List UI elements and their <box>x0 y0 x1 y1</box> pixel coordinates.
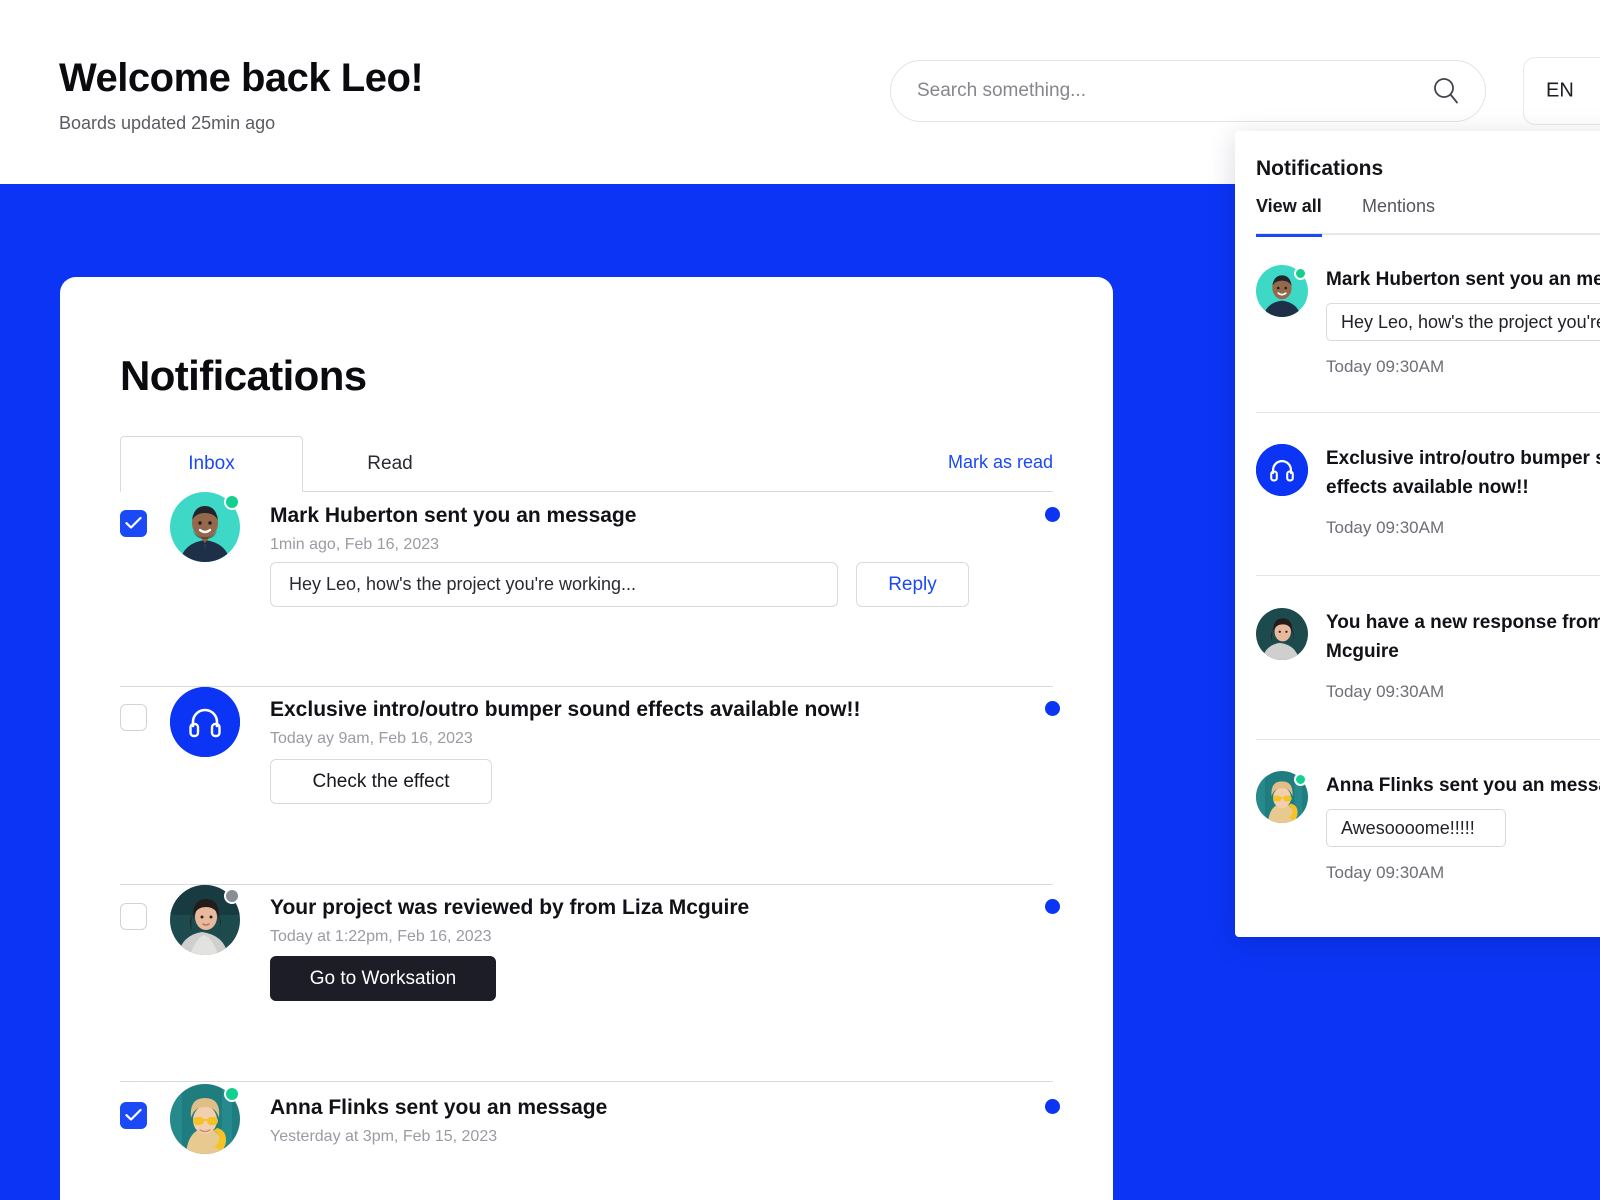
status-dot-online <box>224 1086 240 1102</box>
notification-row[interactable]: Your project was reviewed by from Liza M… <box>120 885 1060 1082</box>
panel-tab-mentions-label: Mentions <box>1362 196 1436 216</box>
unread-dot <box>1045 1099 1060 1114</box>
notification-row[interactable]: Exclusive intro/outro bumper sound effec… <box>120 687 1060 885</box>
panel-item-text: Exclusive intro/outro bumper sound effec… <box>1326 448 1600 499</box>
row-title: Anna Flinks sent you an message <box>270 1096 608 1119</box>
search-placeholder: Search something... <box>917 80 1086 101</box>
notification-list: Mark Huberton sent you an message 1min a… <box>120 492 1060 1200</box>
panel-notification-item[interactable]: Exclusive intro/outro bumper sound effec… <box>1256 444 1600 554</box>
row-title: Exclusive intro/outro bumper sound effec… <box>270 698 861 721</box>
panel-title: Notifications <box>1256 157 1384 180</box>
panel-divider <box>1256 412 1600 413</box>
panel-tab-view-all[interactable]: View all <box>1256 196 1322 237</box>
boards-updated-text: Boards updated 25min ago <box>59 113 276 133</box>
panel-item-time: Today 09:30AM <box>1326 682 1445 701</box>
tab-inbox[interactable]: Inbox <box>120 436 303 492</box>
notification-row[interactable]: Mark Huberton sent you an message 1min a… <box>120 492 1060 687</box>
panel-item-message[interactable]: Hey Leo, how's the project you're workin… <box>1326 303 1600 341</box>
reply-button[interactable]: Reply <box>856 562 969 607</box>
panel-item-time: Today 09:30AM <box>1326 357 1445 376</box>
status-dot-online <box>1294 773 1307 786</box>
panel-item-message[interactable]: Awesoooome!!!!! <box>1326 809 1506 847</box>
panel-item-time: Today 09:30AM <box>1326 863 1445 882</box>
notifications-card: Notifications Inbox Read Mark as read Ma… <box>60 277 1113 1200</box>
panel-divider <box>1256 739 1600 740</box>
go-to-worksation-button[interactable]: Go to Worksation <box>270 956 496 1001</box>
tab-inbox-label: Inbox <box>188 453 235 474</box>
language-selector[interactable]: EN <box>1523 57 1600 125</box>
status-dot-online <box>1294 267 1307 280</box>
check-the-effect-button[interactable]: Check the effect <box>270 759 492 804</box>
panel-tab-bar: View all Mentions <box>1256 196 1600 237</box>
row-title: Mark Huberton sent you an message <box>270 504 637 527</box>
notifications-dropdown-panel: Notifications View all Mentions Mark Hub… <box>1235 131 1600 937</box>
panel-tab-view-all-label: View all <box>1256 196 1322 216</box>
row-timestamp: 1min ago, Feb 16, 2023 <box>270 536 440 553</box>
check-icon <box>125 1108 142 1121</box>
panel-avatar <box>1256 608 1308 660</box>
search-icon[interactable] <box>1431 76 1461 106</box>
row-checkbox[interactable] <box>120 903 147 930</box>
panel-tab-mentions[interactable]: Mentions <box>1362 196 1435 235</box>
panel-item-text: Mark Huberton sent you an message <box>1326 269 1600 290</box>
panel-divider <box>1256 575 1600 576</box>
tab-read-label: Read <box>367 453 413 474</box>
row-message-field[interactable]: Hey Leo, how's the project you're workin… <box>270 562 838 607</box>
headphones-icon <box>170 687 240 757</box>
unread-dot <box>1045 507 1060 522</box>
row-checkbox[interactable] <box>120 704 147 731</box>
notification-row[interactable]: Anna Flinks sent you an message Yesterda… <box>120 1082 1060 1200</box>
panel-notification-item[interactable]: Anna Flinks sent you an message Awesoooo… <box>1256 771 1600 901</box>
row-timestamp: Today ay 9am, Feb 16, 2023 <box>270 730 473 747</box>
panel-item-time: Today 09:30AM <box>1326 518 1445 537</box>
page-title: Welcome back Leo! <box>59 56 424 100</box>
status-dot-online <box>224 494 240 510</box>
tab-read[interactable]: Read <box>335 436 445 492</box>
headphones-icon <box>1256 444 1308 496</box>
panel-headphones-avatar <box>1256 444 1308 496</box>
unread-dot <box>1045 899 1060 914</box>
row-checkbox[interactable] <box>120 1102 147 1129</box>
panel-item-text: You have a new response from Liza Mcguir… <box>1326 612 1600 663</box>
search-input[interactable]: Search something... <box>890 60 1486 122</box>
row-title: Your project was reviewed by from Liza M… <box>270 896 750 919</box>
headphones-avatar <box>170 687 240 757</box>
card-title: Notifications <box>120 352 367 399</box>
check-icon <box>125 516 142 529</box>
row-timestamp: Yesterday at 3pm, Feb 15, 2023 <box>270 1128 498 1145</box>
tab-bar: Inbox Read Mark as read <box>120 436 1053 492</box>
unread-dot <box>1045 701 1060 716</box>
language-label: EN <box>1546 79 1574 102</box>
panel-notification-item[interactable]: Mark Huberton sent you an message Hey Le… <box>1256 265 1600 395</box>
panel-notification-item[interactable]: You have a new response from Liza Mcguir… <box>1256 608 1600 718</box>
app-root: Welcome back Leo! Boards updated 25min a… <box>0 0 1600 1200</box>
panel-item-text: Anna Flinks sent you an message <box>1326 775 1600 796</box>
mark-as-read-link[interactable]: Mark as read <box>948 452 1053 473</box>
avatar-liza-mcguire <box>1256 608 1308 660</box>
row-timestamp: Today at 1:22pm, Feb 16, 2023 <box>270 928 492 945</box>
status-dot-offline <box>224 888 240 904</box>
row-checkbox[interactable] <box>120 510 147 537</box>
